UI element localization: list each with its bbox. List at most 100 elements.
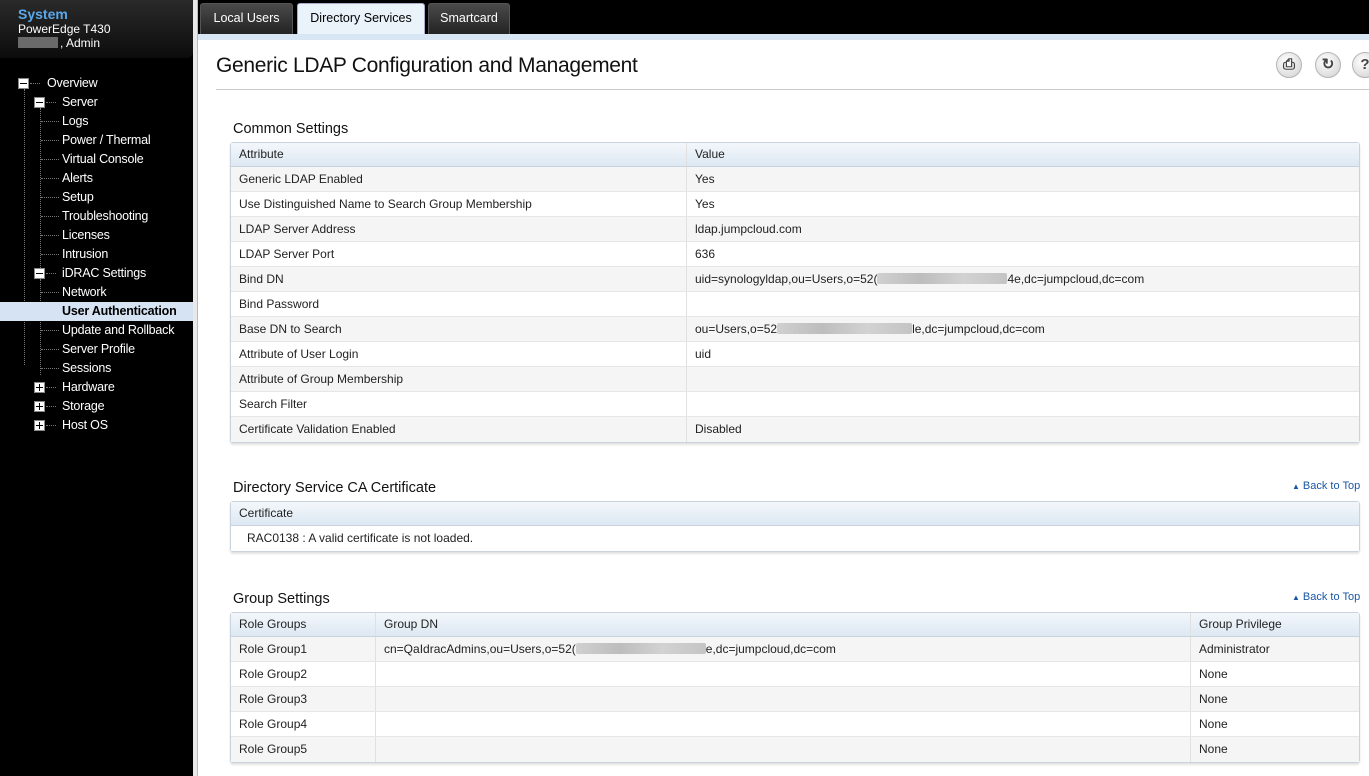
tree-item-server-profile[interactable]: Server Profile [0,340,193,359]
table-row: Attribute of User Login uid [231,342,1359,367]
page-title: Generic LDAP Configuration and Managemen… [216,54,638,77]
tree-item-server[interactable]: Server [0,93,193,112]
redacted-text [777,323,913,334]
collapse-icon[interactable] [34,268,45,279]
column-header: Role Groups [239,617,307,631]
sidebar: System PowerEdge T430 , Admin Overview S… [0,0,193,776]
tab-directory-services[interactable]: Directory Services [297,3,425,36]
value-cell [686,292,695,316]
back-to-top-link[interactable]: ▲ Back to Top [1292,591,1360,603]
group-privilege-cell: None [1190,737,1228,762]
table-row: Bind DN uid=synologyldap,ou=Users,o=52(4e… [231,267,1359,292]
expand-icon[interactable] [34,420,45,431]
collapse-icon[interactable] [34,97,45,108]
tab-bar: Local Users Directory Services Smartcard [198,0,1369,36]
attribute-cell: Bind DN [239,272,284,286]
value-cell: ldap.jumpcloud.com [686,217,802,241]
table-row: LDAP Server Address ldap.jumpcloud.com [231,217,1359,242]
table-header: Attribute Value [231,143,1359,167]
tree-item-virtual-console[interactable]: Virtual Console [0,150,193,169]
expand-icon[interactable] [34,382,45,393]
tree-item-power-thermal[interactable]: Power / Thermal [0,131,193,150]
value-cell [686,392,695,416]
group-settings-title: Group Settings [233,591,330,607]
tree-item-hardware[interactable]: Hardware [0,378,193,397]
tree-item-update-rollback[interactable]: Update and Rollback [0,321,193,340]
back-to-top-label: Back to Top [1302,591,1361,603]
group-dn-cell [375,662,384,686]
table-body: Generic LDAP Enabled Yes Use Distinguishe… [231,167,1359,442]
ca-certificate-table: Certificate RAC0138 : A valid certificat… [230,501,1360,552]
tab-local-users[interactable]: Local Users [200,3,293,34]
tree-item-alerts[interactable]: Alerts [0,169,193,188]
tree-item-storage[interactable]: Storage [0,397,193,416]
help-icon[interactable]: ? [1352,52,1369,78]
tree-label: Logs [62,114,89,128]
tree-item-host-os[interactable]: Host OS [0,416,193,435]
table-row: Role Group2 None [231,662,1359,687]
value-text: le,dc=jumpcloud,dc=com [912,322,1045,336]
table-body: Role Group1 cn=QaIdracAdmins,ou=Users,o=5… [231,637,1359,762]
table-row: Generic LDAP Enabled Yes [231,167,1359,192]
value-text: ou=Users,o=52 [695,322,778,336]
table-row: Use Distinguished Name to Search Group M… [231,192,1359,217]
group-privilege-cell: Administrator [1190,637,1270,661]
tree-item-network[interactable]: Network [0,283,193,302]
tree-item-user-authentication[interactable]: User Authentication [0,302,193,321]
tree-label: User Authentication [62,304,177,318]
refresh-icon[interactable]: ↻ [1315,52,1341,78]
table-row: Role Group4 None [231,712,1359,737]
group-privilege-cell: None [1190,687,1228,711]
tree-item-logs[interactable]: Logs [0,112,193,131]
value-text: 4e,dc=jumpcloud,dc=com [1007,272,1145,286]
column-header: Certificate [239,506,294,520]
tree-label: Hardware [62,380,115,394]
tree-label: Server [62,95,98,109]
table-row: Bind Password [231,292,1359,317]
common-settings-table: Attribute Value Generic LDAP Enabled Yes … [230,142,1360,443]
collapse-icon[interactable] [18,78,29,89]
value-cell: Yes [686,192,715,216]
user-role: , Admin [60,36,101,50]
system-title[interactable]: System [18,6,68,22]
column-header: Group DN [375,613,438,636]
tree-item-sessions[interactable]: Sessions [0,359,193,378]
value-text: e,dc=jumpcloud,dc=com [705,642,836,656]
table-row: Role Group1 cn=QaIdracAdmins,ou=Users,o=5… [231,637,1359,662]
tree-label: Network [62,285,107,299]
tree-label: Host OS [62,418,108,432]
back-to-top-label: Back to Top [1302,480,1361,492]
tree-item-setup[interactable]: Setup [0,188,193,207]
table-row: Certificate Validation Enabled Disabled [231,417,1359,442]
title-divider [216,89,1369,90]
role-group-cell: Role Group2 [239,667,308,681]
redacted-username [18,37,58,48]
value-cell: uid [686,342,711,366]
value-text: cn=QaIdracAdmins,ou=Users,o=52( [384,642,576,656]
back-to-top-link[interactable]: ▲ Back to Top [1292,480,1360,492]
tree-item-idrac-settings[interactable]: iDRAC Settings [0,264,193,283]
value-cell: uid=synologyldap,ou=Users,o=52(4e,dc=jum… [686,267,1144,291]
triangle-up-icon: ▲ [1292,593,1300,602]
system-model: PowerEdge T430 [18,22,111,36]
column-header: Group Privilege [1190,613,1282,636]
tree-item-licenses[interactable]: Licenses [0,226,193,245]
expand-icon[interactable] [34,401,45,412]
table-row: Search Filter [231,392,1359,417]
tree-item-overview[interactable]: Overview [0,74,193,93]
tree-item-intrusion[interactable]: Intrusion [0,245,193,264]
role-group-cell: Role Group4 [239,717,308,731]
redacted-text [877,273,1008,284]
tree-label: Update and Rollback [62,323,175,337]
tree-label: Alerts [62,171,93,185]
table-header: Certificate [231,502,1359,526]
tab-smartcard[interactable]: Smartcard [428,3,510,34]
tree-label: Troubleshooting [62,209,149,223]
main-content: Local Users Directory Services Smartcard… [197,0,1369,776]
tree-item-troubleshooting[interactable]: Troubleshooting [0,207,193,226]
system-user: , Admin [18,36,100,50]
group-dn-cell [375,712,384,736]
print-icon[interactable]: ⎙ [1276,52,1302,78]
attribute-cell: Attribute of User Login [239,347,359,361]
column-header: Attribute [239,147,284,161]
